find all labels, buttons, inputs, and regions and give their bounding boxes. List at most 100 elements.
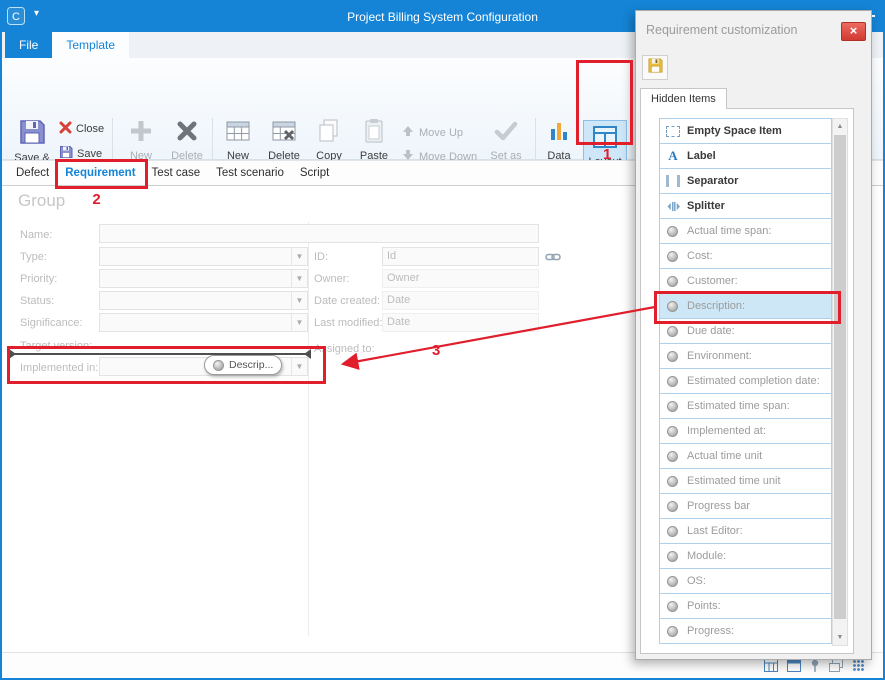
customization-window: Requirement customization × Hidden Items… (635, 10, 872, 660)
vertical-scrollbar[interactable]: ▲ ▼ (832, 118, 848, 646)
check-icon (493, 118, 519, 147)
doc-tab-test-case[interactable]: Test case (144, 161, 209, 185)
hidden-item-actual-time-span[interactable]: Actual time span: (659, 218, 832, 244)
status-dots-grid-icon[interactable] (852, 659, 865, 672)
hidden-item-label: OS: (687, 575, 706, 587)
customization-title: Requirement customization (646, 23, 797, 37)
column-divider (308, 222, 309, 636)
hidden-item-empty-space-item[interactable]: Empty Space Item (659, 118, 832, 144)
customization-close-button[interactable]: × (841, 22, 866, 41)
splitter-icon (666, 201, 680, 212)
hidden-item-label: Estimated time span: (687, 400, 790, 412)
hidden-item-label: Separator (687, 175, 738, 187)
hidden-item-label[interactable]: ALabel (659, 143, 832, 169)
field-bullet-icon (667, 626, 678, 637)
field-bullet-icon (667, 301, 678, 312)
hidden-item-label: Actual time unit (687, 450, 762, 462)
hidden-items-panel: Empty Space Item ALabel Separator Splitter A… (640, 108, 854, 654)
link-chain-icon (545, 250, 561, 268)
hidden-item-implemented-at[interactable]: Implemented at: (659, 418, 832, 444)
dropdown-arrow-icon: ▼ (291, 248, 307, 265)
significance-combobox: ▼ (99, 313, 308, 332)
hidden-item-label: Estimated completion date: (687, 375, 820, 387)
hidden-item-environment[interactable]: Environment: (659, 343, 832, 369)
annotation-number-2: 2 (92, 191, 100, 208)
hidden-item-separator[interactable]: Separator (659, 168, 832, 194)
implemented-in-label: Implemented in: (20, 362, 98, 374)
ribbon-tab-file[interactable]: File (5, 32, 52, 58)
type-label: Type: (20, 251, 47, 263)
copy-icon (317, 118, 341, 147)
drop-arrow-left-icon (9, 349, 16, 359)
drag-ghost-description[interactable]: Descrip... (204, 355, 282, 375)
status-pin-icon[interactable] (810, 659, 820, 673)
save-floppy-icon (647, 57, 664, 79)
annotation-number-1: 1 (603, 146, 611, 163)
field-bullet-icon (667, 326, 678, 337)
hidden-item-label: Cost: (687, 250, 713, 262)
x-icon (174, 118, 200, 147)
status-window-icon[interactable] (787, 659, 801, 672)
hidden-item-points[interactable]: Points: (659, 593, 832, 619)
hidden-item-actual-time-unit[interactable]: Actual time unit (659, 443, 832, 469)
scrollbar-thumb[interactable] (834, 135, 846, 619)
hidden-item-progress-bar[interactable]: Progress bar (659, 493, 832, 519)
save-close-icon (18, 118, 46, 149)
hidden-item-due-date[interactable]: Due date: (659, 318, 832, 344)
hidden-item-last-editor[interactable]: Last Editor: (659, 518, 832, 544)
hidden-item-label: Progress: (687, 625, 734, 637)
name-label: Name: (20, 229, 52, 241)
date-created-input: Date (382, 291, 539, 310)
field-bullet-icon (667, 376, 678, 387)
priority-label: Priority: (20, 273, 57, 285)
hidden-item-splitter[interactable]: Splitter (659, 193, 832, 219)
type-combobox: ▼ (99, 247, 308, 266)
scroll-down-icon[interactable]: ▼ (833, 630, 847, 645)
data-button[interactable]: Data (541, 118, 577, 162)
hidden-item-customer[interactable]: Customer: (659, 268, 832, 294)
hidden-item-description[interactable]: Description: (659, 293, 832, 319)
status-combobox: ▼ (99, 291, 308, 310)
hidden-item-label: Splitter (687, 200, 725, 212)
status-grid-icon[interactable] (764, 659, 778, 672)
field-bullet-icon (667, 526, 678, 537)
hidden-item-estimated-time-unit[interactable]: Estimated time unit (659, 468, 832, 494)
hidden-item-label: Empty Space Item (687, 125, 782, 137)
doc-tab-requirement[interactable]: Requirement (57, 161, 143, 185)
tab-hidden-items[interactable]: Hidden Items (640, 88, 727, 109)
status-cards-icon[interactable] (829, 659, 843, 672)
doc-tab-test-scenario[interactable]: Test scenario (208, 161, 292, 185)
hidden-item-label: Implemented at: (687, 425, 766, 437)
hidden-item-module[interactable]: Module: (659, 543, 832, 569)
close-button[interactable]: Close (59, 121, 104, 137)
hidden-item-label: Environment: (687, 350, 752, 362)
id-label: ID: (314, 251, 328, 263)
hidden-item-label: Customer: (687, 275, 738, 287)
doc-tab-script[interactable]: Script (292, 161, 337, 185)
drop-arrow-right-icon (304, 349, 311, 359)
scroll-up-icon[interactable]: ▲ (833, 119, 847, 134)
label-icon: A (666, 148, 680, 164)
hidden-item-estimated-time-span[interactable]: Estimated time span: (659, 393, 832, 419)
assigned-to-label: Assigned to: (314, 343, 375, 355)
field-bullet-icon (667, 501, 678, 512)
hidden-item-progress[interactable]: Progress: (659, 618, 832, 644)
doc-tab-defect[interactable]: Defect (8, 161, 57, 185)
data-chart-icon (547, 118, 571, 147)
values-delete-button[interactable]: Delete (261, 118, 307, 162)
fields-new-button: New (120, 118, 162, 162)
values-new-button[interactable]: New (217, 118, 259, 162)
paste-button[interactable]: Paste (351, 118, 397, 162)
significance-label: Significance: (20, 317, 82, 329)
hidden-item-os[interactable]: OS: (659, 568, 832, 594)
hidden-item-label: Description: (687, 300, 745, 312)
field-bullet-icon (667, 551, 678, 562)
field-bullet-icon (667, 276, 678, 287)
save-layout-button[interactable] (642, 55, 668, 80)
table-delete-icon (271, 118, 297, 147)
hidden-item-cost[interactable]: Cost: (659, 243, 832, 269)
move-up-button: Move Up (401, 124, 463, 141)
ribbon-tab-template[interactable]: Template (52, 32, 129, 58)
copy-button[interactable]: Copy (309, 118, 349, 162)
hidden-item-estimated-completion-date[interactable]: Estimated completion date: (659, 368, 832, 394)
